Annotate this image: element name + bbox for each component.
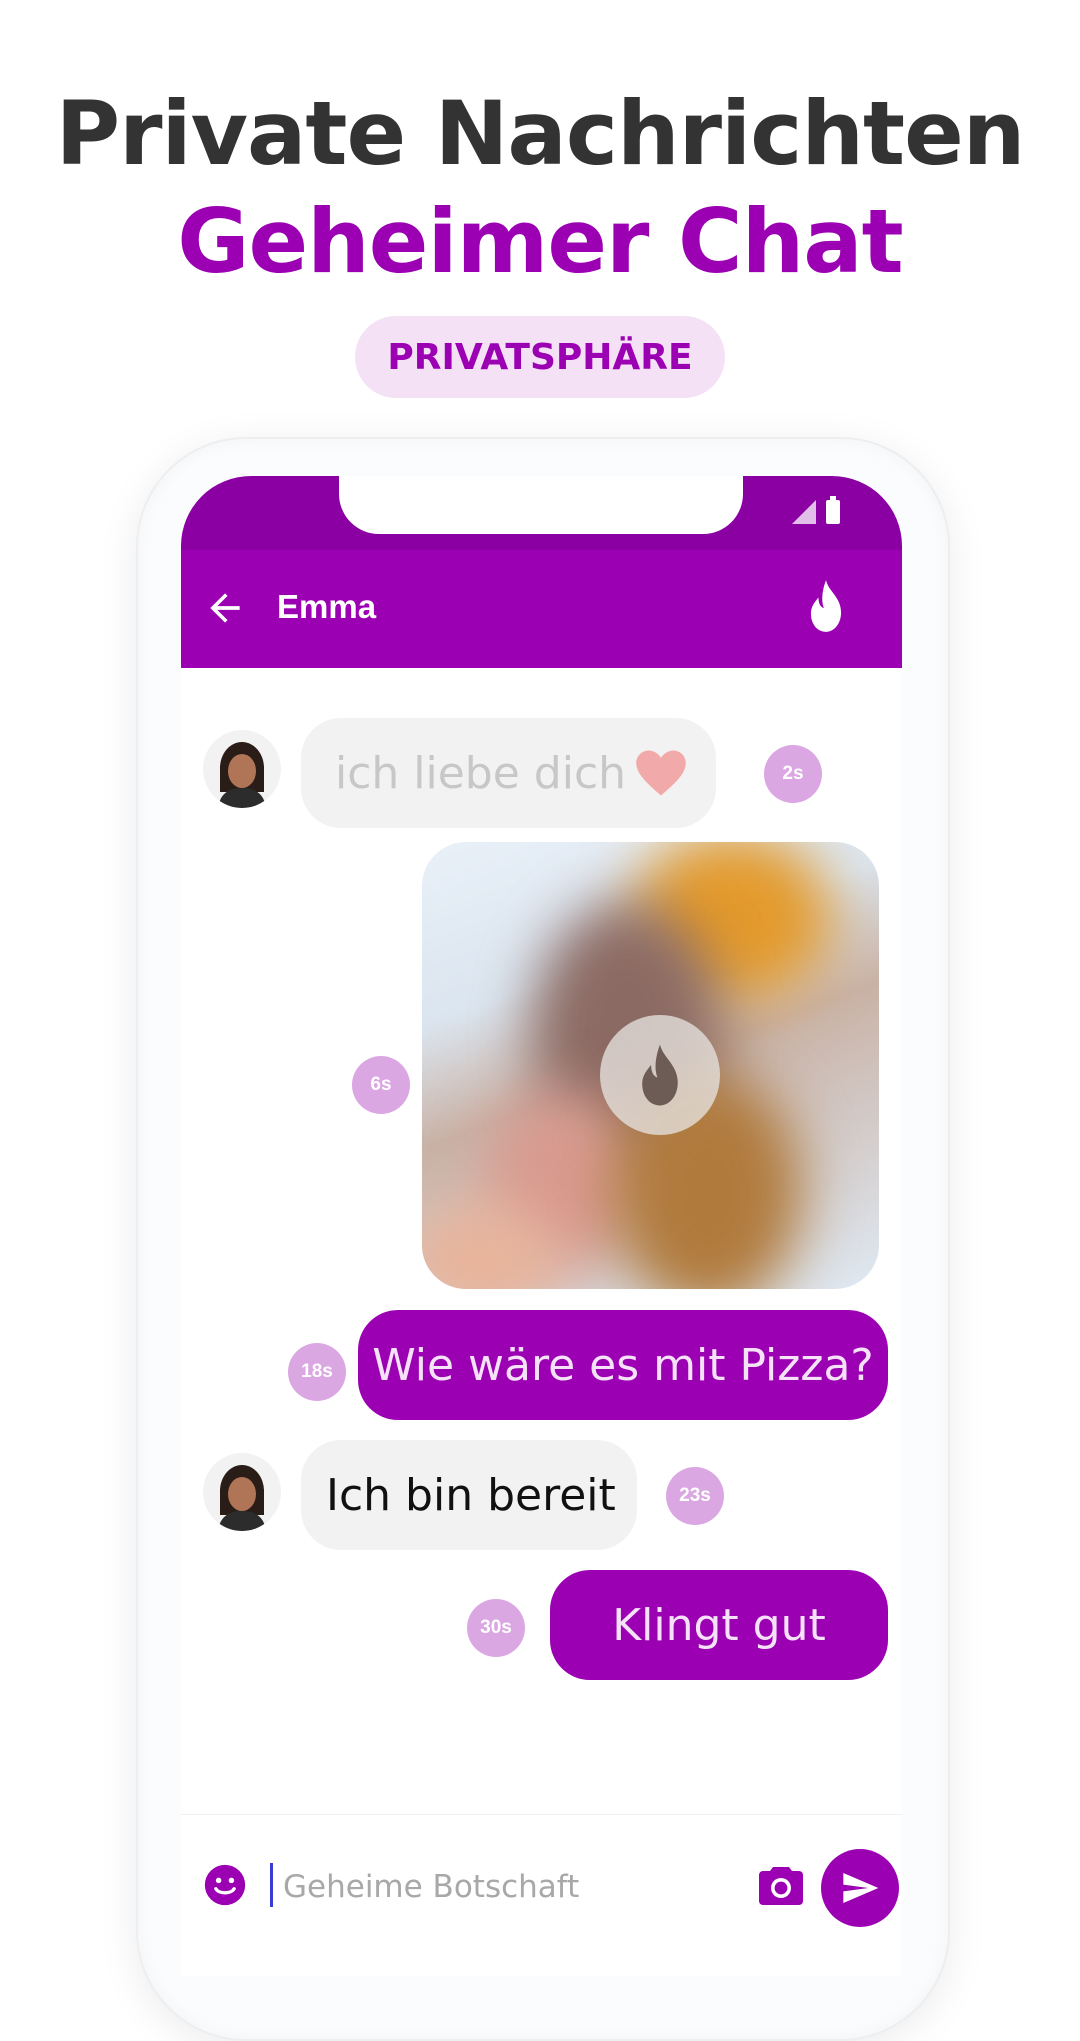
timer-badge: 23s	[666, 1467, 724, 1525]
flame-icon[interactable]	[804, 578, 848, 634]
privacy-badge: PRIVATSPHÄRE	[355, 316, 725, 398]
timer-badge: 6s	[352, 1056, 410, 1114]
message-text: Ich bin bereit	[326, 1469, 616, 1521]
message-bubble-incoming[interactable]: Ich bin bereit	[301, 1440, 637, 1550]
text-cursor	[270, 1863, 273, 1907]
headline-subtitle: Geheimer Chat	[177, 190, 904, 293]
message-text: ich liebe dich	[335, 747, 627, 799]
battery-icon	[826, 496, 840, 524]
chat-app-bar: Emma	[181, 550, 902, 668]
burn-overlay-button[interactable]	[600, 1015, 720, 1135]
smiley-icon[interactable]	[203, 1863, 247, 1907]
timer-badge: 30s	[467, 1599, 525, 1657]
message-text: Klingt gut	[612, 1599, 826, 1651]
message-bubble-outgoing[interactable]: Wie wäre es mit Pizza?	[358, 1310, 888, 1420]
send-button[interactable]	[821, 1849, 899, 1927]
camera-icon[interactable]	[757, 1863, 805, 1907]
message-composer	[181, 1814, 902, 1976]
send-icon	[843, 1873, 879, 1903]
avatar[interactable]	[203, 730, 281, 808]
message-bubble-incoming[interactable]: ich liebe dich	[301, 718, 716, 828]
status-bar	[181, 476, 902, 550]
timer-badge: 18s	[288, 1343, 346, 1401]
heart-emoji-icon	[636, 750, 686, 796]
phone-screen: Emma ich liebe dich 2s 6s 18s Wie wäre e…	[181, 476, 902, 1976]
timer-badge: 2s	[764, 745, 822, 803]
signal-icon	[792, 500, 816, 524]
blurred-photo[interactable]	[422, 842, 879, 1289]
message-text: Wie wäre es mit Pizza?	[372, 1339, 874, 1391]
message-bubble-outgoing[interactable]: Klingt gut	[550, 1570, 888, 1680]
phone-notch	[339, 476, 743, 534]
message-input[interactable]	[281, 1859, 725, 1915]
contact-name[interactable]: Emma	[277, 588, 376, 626]
arrow-left-icon[interactable]	[203, 586, 247, 630]
avatar[interactable]	[203, 1453, 281, 1531]
headline-title: Private Nachrichten	[55, 82, 1026, 185]
flame-icon	[642, 1044, 678, 1106]
